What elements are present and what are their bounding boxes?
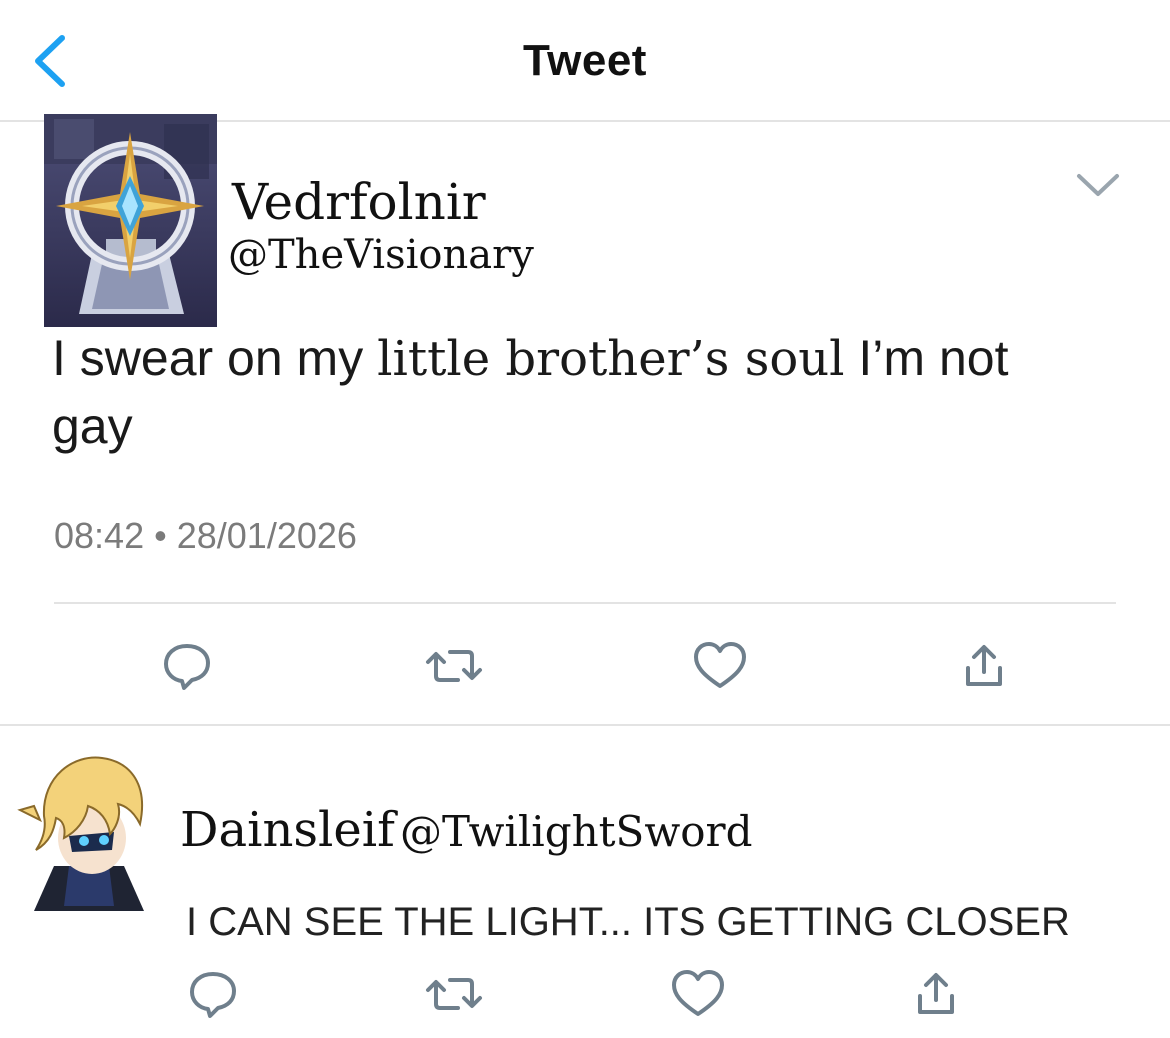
reply-author-handle[interactable]: @TwilightSword [400, 807, 753, 856]
reply-like-button[interactable] [670, 968, 726, 1020]
page-title: Tweet [523, 36, 647, 85]
like-button[interactable] [692, 640, 748, 692]
avatar[interactable] [44, 114, 217, 327]
share-icon [966, 645, 1002, 686]
compass-artifact-avatar [44, 114, 217, 327]
like-icon [672, 970, 724, 1016]
author-name[interactable]: Vedrfolnir [232, 172, 486, 232]
reply-avatar[interactable] [14, 746, 164, 916]
share-icon [918, 973, 954, 1014]
retweet-icon [426, 650, 482, 682]
tweet-text-part1: I swear on my [52, 330, 364, 386]
reply-share-button[interactable] [912, 968, 960, 1020]
tweet-text-line2: gay [52, 398, 133, 454]
timestamp-divider [54, 602, 1116, 604]
tweet-text: I swear on my little brother’s soul I’m … [52, 328, 1132, 389]
reply-button[interactable] [160, 640, 214, 692]
reply-reply-button[interactable] [186, 968, 240, 1020]
reply-retweet-button[interactable] [424, 968, 484, 1020]
retweet-icon [426, 978, 482, 1010]
reply-author-line: Dainsleif @TwilightSword [180, 802, 753, 869]
tweet-time: 08:42 [54, 515, 145, 556]
reply-icon [164, 644, 210, 690]
tweet-divider [0, 724, 1170, 726]
retweet-button[interactable] [424, 640, 484, 692]
blonde-character-avatar [17, 756, 144, 911]
like-icon [694, 642, 746, 688]
tweet-menu-button[interactable] [1073, 168, 1123, 202]
chevron-down-icon [1077, 174, 1119, 196]
author-handle[interactable]: @TheVisionary [228, 230, 534, 280]
reply-icon [190, 972, 236, 1018]
tweet-date: 28/01/2026 [176, 515, 357, 556]
tweet-text-part2: little brother’s soul [377, 331, 845, 387]
tweet-text-part3: I’m not [858, 330, 1009, 386]
timestamp-separator: • [154, 515, 167, 556]
tweet-timestamp: 08:42 • 28/01/2026 [54, 514, 357, 558]
share-button[interactable] [960, 640, 1008, 692]
reply-text: I CAN SEE THE LIGHT... ITS GETTING CLOSE… [186, 900, 1070, 944]
reply-author-name[interactable]: Dainsleif [180, 802, 395, 858]
